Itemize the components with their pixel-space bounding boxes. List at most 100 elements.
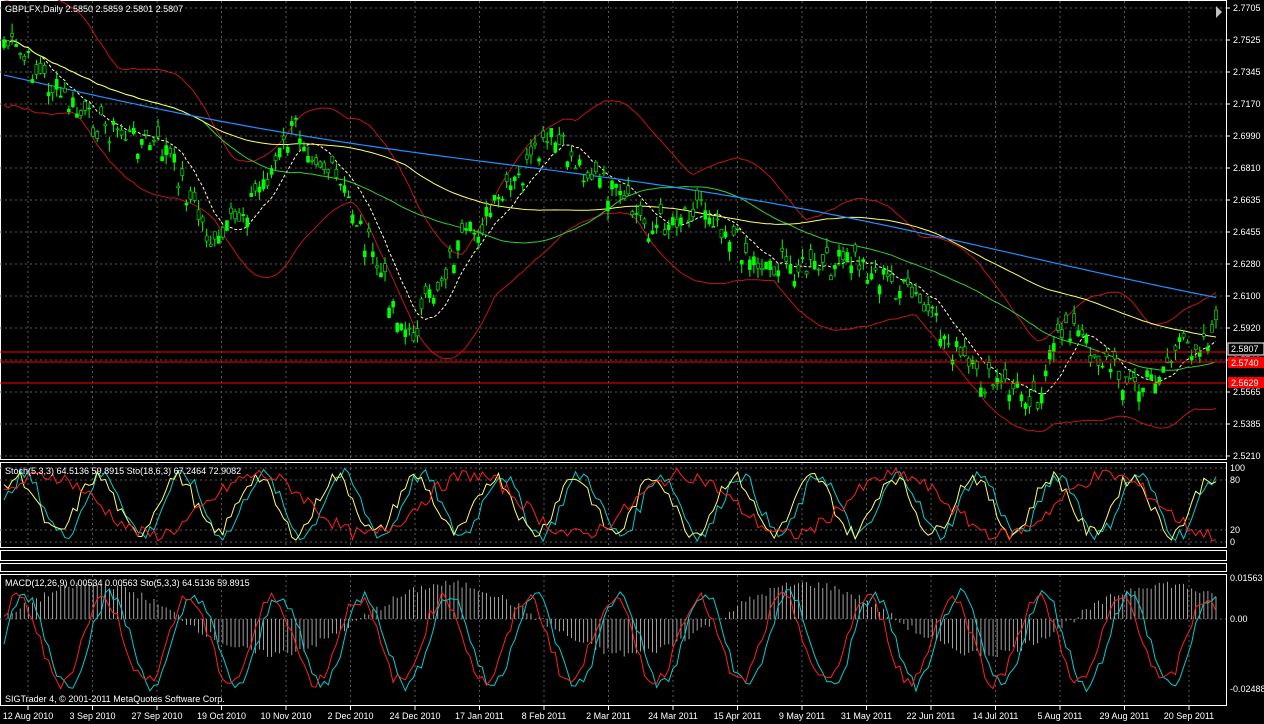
candle-body bbox=[983, 391, 987, 394]
candle-body bbox=[853, 244, 858, 253]
candle-body bbox=[123, 139, 128, 141]
candle-body bbox=[342, 185, 347, 193]
empty-pane-2[interactable] bbox=[0, 563, 1227, 572]
candle-body bbox=[825, 247, 829, 253]
candle-body bbox=[18, 53, 23, 55]
candle-body bbox=[294, 117, 298, 120]
current-price-badge: 2.5807 bbox=[1227, 342, 1264, 356]
candle-body bbox=[448, 248, 452, 253]
candle-body bbox=[585, 172, 590, 179]
candle-body bbox=[298, 138, 302, 145]
candle-body bbox=[561, 134, 566, 137]
candle-body bbox=[1068, 338, 1072, 342]
candle-body bbox=[695, 190, 699, 201]
candle-body bbox=[991, 384, 995, 387]
svg-text:2.5807: 2.5807 bbox=[1231, 344, 1259, 354]
candle-body bbox=[407, 327, 412, 330]
candle-body bbox=[277, 147, 282, 158]
empty-pane-1[interactable] bbox=[0, 550, 1227, 561]
macd-tick: 0.00 bbox=[1230, 614, 1248, 624]
candle-body bbox=[727, 241, 732, 252]
candle-body bbox=[168, 148, 172, 155]
candle-body bbox=[979, 387, 983, 397]
candle-body bbox=[1202, 333, 1206, 337]
chart-window[interactable]: 2.7705 2.7525 2.7345 2.7170 2.6990 2.6810 2.66… bbox=[0, 0, 1264, 724]
candle-body bbox=[22, 56, 27, 61]
candle-body bbox=[34, 64, 39, 75]
candle-body bbox=[379, 272, 383, 278]
candle-body bbox=[496, 197, 501, 200]
candle-body bbox=[176, 185, 181, 189]
candle-body bbox=[423, 285, 428, 295]
candle-body bbox=[196, 209, 201, 221]
candle-body bbox=[26, 51, 31, 54]
candle-body bbox=[326, 169, 331, 174]
candle-body bbox=[87, 107, 91, 110]
candle-body bbox=[837, 249, 841, 257]
candle-body bbox=[614, 183, 618, 188]
candle-body bbox=[541, 130, 545, 138]
candle-body bbox=[330, 155, 335, 163]
candle-body bbox=[930, 306, 935, 309]
stoch-tick: 100 bbox=[1230, 463, 1245, 473]
candle-body bbox=[318, 161, 322, 168]
candle-body bbox=[533, 142, 537, 146]
candle-body bbox=[1120, 390, 1125, 401]
main-pane[interactable] bbox=[0, 0, 1227, 460]
candle-body bbox=[391, 301, 395, 308]
time-label: 31 May 2011 bbox=[841, 711, 892, 721]
candle-body bbox=[1125, 376, 1129, 384]
candle-body bbox=[1027, 396, 1032, 407]
candle-body bbox=[435, 282, 440, 291]
time-label: 19 Oct 2010 bbox=[197, 711, 246, 721]
candle-body bbox=[30, 79, 35, 83]
candle-body bbox=[1039, 393, 1044, 404]
candle-body bbox=[938, 338, 943, 347]
stoch-tick: 0 bbox=[1230, 537, 1235, 547]
candle-body bbox=[1003, 368, 1008, 380]
candle-body bbox=[707, 217, 712, 225]
candle-body bbox=[918, 294, 922, 303]
time-label: 8 Feb 2011 bbox=[522, 711, 567, 721]
candle-body bbox=[1149, 374, 1153, 381]
candle-body bbox=[1092, 354, 1097, 358]
price-tick: 2.6280 bbox=[1233, 259, 1261, 269]
candle-body bbox=[257, 186, 262, 193]
time-label: 29 Aug 2011 bbox=[1100, 711, 1150, 721]
candle-body bbox=[739, 260, 744, 265]
candle-body bbox=[367, 228, 371, 233]
candle-body bbox=[164, 145, 168, 156]
candle-body bbox=[537, 158, 541, 162]
candle-body bbox=[265, 179, 270, 187]
candle-body bbox=[821, 254, 825, 263]
time-label: 20 Sep 2011 bbox=[1164, 711, 1214, 721]
candle-body bbox=[387, 307, 391, 319]
candle-body bbox=[476, 236, 481, 243]
candle-body bbox=[1019, 394, 1024, 402]
bollinger-upper bbox=[3, 0, 1217, 342]
candle-body bbox=[1161, 366, 1166, 373]
candle-body bbox=[569, 151, 574, 157]
candle-body bbox=[484, 207, 489, 217]
macd-histogram bbox=[3, 580, 1217, 693]
candle-body bbox=[46, 92, 51, 97]
candle-body bbox=[1206, 346, 1210, 352]
candle-body bbox=[212, 231, 217, 240]
copyright-text: SIGTrader 4, © 2001-2011 MetaQuotes Soft… bbox=[5, 694, 225, 704]
candle-body bbox=[650, 230, 655, 235]
macd-pane[interactable] bbox=[0, 574, 1227, 706]
candle-body bbox=[6, 40, 10, 47]
svg-text:2.5629: 2.5629 bbox=[1231, 378, 1259, 388]
candle-body bbox=[752, 256, 756, 266]
candle-body bbox=[889, 273, 894, 282]
candle-body bbox=[1177, 337, 1182, 343]
candle-body bbox=[83, 101, 87, 111]
candle-body bbox=[217, 235, 221, 244]
candle-body bbox=[654, 224, 659, 229]
candle-body bbox=[281, 135, 286, 140]
candle-body bbox=[1076, 330, 1080, 337]
candle-body bbox=[439, 278, 444, 282]
candle-body bbox=[431, 297, 436, 304]
candle-body bbox=[829, 275, 833, 281]
candle-body bbox=[135, 153, 140, 159]
